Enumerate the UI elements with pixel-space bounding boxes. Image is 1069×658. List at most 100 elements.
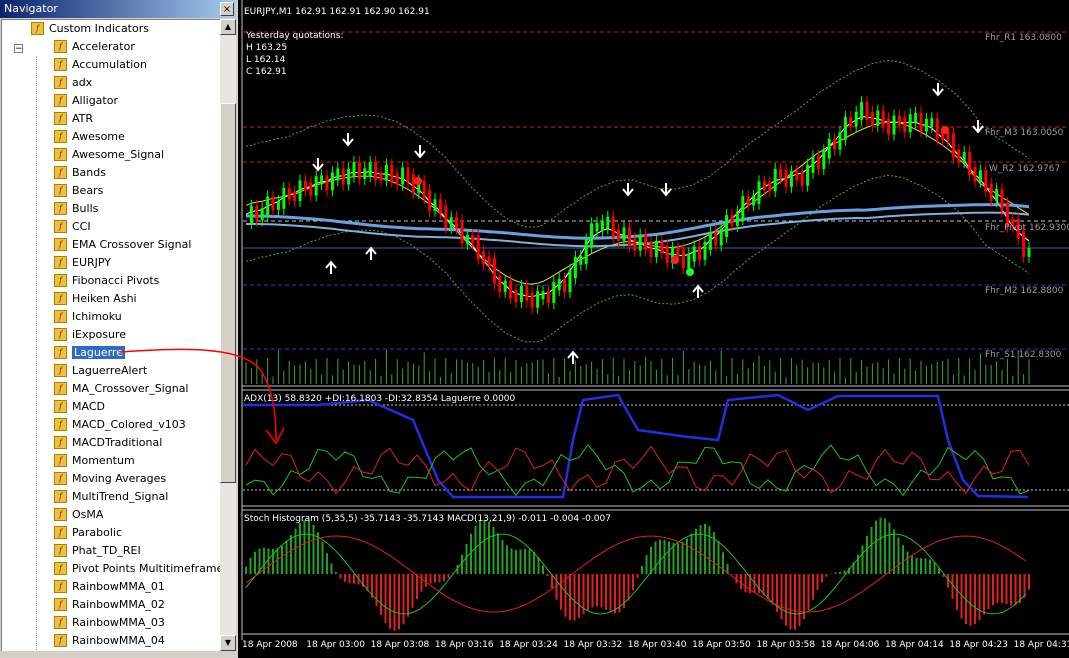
candle-body <box>249 205 253 224</box>
tree-item-label: RainbowMMA_03 <box>72 616 165 629</box>
tree-item-indicator[interactable]: f MultiTrend_Signal <box>54 488 168 506</box>
tree-collapse-icon[interactable]: − <box>14 44 23 54</box>
tree-item-indicator[interactable]: f Fibonacci Pivots <box>54 272 159 290</box>
candle-body <box>579 255 583 265</box>
tree-item-indicator[interactable]: f Bulls <box>54 200 98 218</box>
tree-item-indicator[interactable]: f Bands <box>54 164 106 182</box>
candle-body <box>968 151 972 176</box>
tree-item-indicator[interactable]: f MACD_Colored_v103 <box>54 416 186 434</box>
sell-arrow-icon <box>972 120 984 134</box>
tree-item-label: EURJPY <box>72 256 111 269</box>
tree-item-label: MACD <box>72 400 105 413</box>
scroll-up-arrow-icon[interactable]: ▲ <box>220 19 236 35</box>
tree-item-indicator[interactable]: f MACD <box>54 398 105 416</box>
navigator-panel: Navigator × − f Custom Indicators f Accele… <box>0 0 236 658</box>
scrollbar-thumb[interactable] <box>220 103 236 483</box>
candle-body <box>584 239 588 264</box>
tree-item-indicator[interactable]: f RainbowMMA_03 <box>54 614 165 632</box>
tree-root-custom-indicators[interactable]: f Custom Indicators <box>31 20 149 38</box>
tree-item-indicator[interactable]: f Phat_TD_REI <box>54 542 141 560</box>
tree-item-indicator[interactable]: f Parabolic <box>54 524 122 542</box>
tree-item-indicator[interactable]: f Accelerator <box>54 38 135 56</box>
indicator-icon: f <box>54 435 67 449</box>
adx-header: ADX(13) 58.8320 +DI:16.1803 -DI:32.8354 … <box>244 394 516 404</box>
tree-item-indicator[interactable]: f adx <box>54 74 92 92</box>
level-label-m3: Fhr_M3 163.0050 <box>985 128 1064 138</box>
tree-item-indicator[interactable]: f ATR <box>54 110 93 128</box>
horizontal-scrollbar[interactable] <box>0 651 236 658</box>
navigator-title-bar[interactable]: Navigator × <box>0 0 236 18</box>
tree-item-indicator[interactable]: f CCI <box>54 218 91 236</box>
indicator-icon: f <box>54 345 67 359</box>
candle-body <box>984 170 988 192</box>
tree-item-indicator[interactable]: f RainbowMMA_02 <box>54 596 165 614</box>
tree-item-indicator[interactable]: f EURJPY <box>54 254 111 272</box>
indicator-icon: f <box>54 453 67 467</box>
candle-body <box>374 162 378 181</box>
chart-header: EURJPY,M1 162.91 162.91 162.90 162.91 <box>244 7 430 17</box>
candle-body <box>298 180 302 202</box>
navigator-scrollbar[interactable]: ▲ ▼ <box>220 19 236 651</box>
tree-item-indicator[interactable]: f Laguerre <box>54 344 125 362</box>
tree-item-indicator[interactable]: f Alligator <box>54 92 118 110</box>
candle-body <box>401 167 405 185</box>
candle-body <box>276 200 280 210</box>
tree-item-label: RainbowMMA_02 <box>72 598 165 611</box>
tree-item-indicator[interactable]: f OsMA <box>54 506 103 524</box>
tree-item-indicator[interactable]: f Momentum <box>54 452 135 470</box>
candle-body <box>368 162 372 177</box>
candle-body <box>897 115 901 126</box>
price-chart-canvas[interactable] <box>238 0 1069 658</box>
candle-body <box>860 101 864 120</box>
moving-averages <box>245 116 1030 298</box>
candle-body <box>665 245 669 263</box>
time-axis-label: 18 Apr 03:24 <box>499 640 558 650</box>
candle-body <box>843 116 847 140</box>
candle-body <box>606 216 610 229</box>
chart-window[interactable]: EURJPY,M1 162.91 162.91 162.90 162.91 Ye… <box>238 0 1069 658</box>
close-icon[interactable]: × <box>220 2 234 16</box>
candle-body <box>989 183 993 202</box>
candle-body <box>995 189 999 202</box>
tree-item-label: LaguerreAlert <box>72 364 148 377</box>
candle-body <box>757 181 761 204</box>
candle-body <box>282 188 286 209</box>
tree-item-label: RainbowMMA_01 <box>72 580 165 593</box>
tree-item-indicator[interactable]: f LaguerreAlert <box>54 362 147 380</box>
tree-item-indicator[interactable]: f Moving Averages <box>54 470 166 488</box>
candle-body <box>460 220 464 244</box>
time-axis-label: 18 Apr 03:40 <box>627 640 687 650</box>
tree-item-label: Parabolic <box>72 526 123 539</box>
tree-item-indicator[interactable]: f Accumulation <box>54 56 147 74</box>
tree-item-indicator[interactable]: f Awesome_Signal <box>54 146 164 164</box>
tree-item-indicator[interactable]: f RainbowMMA_04 <box>54 632 165 650</box>
candle-body <box>914 112 918 123</box>
tree-item-indicator[interactable]: f EMA Crossover Signal <box>54 236 191 254</box>
tree-item-indicator[interactable]: f iExposure <box>54 326 126 344</box>
tree-connector-line <box>36 56 37 652</box>
candle-body <box>255 205 259 221</box>
tree-item-label: OsMA <box>72 508 104 521</box>
time-axis-label: 18 Apr 03:16 <box>434 640 494 650</box>
tree-item-indicator[interactable]: f RainbowMMA_01 <box>54 578 165 596</box>
level-label-s1: Fhr_S1 162.8300 <box>985 350 1062 360</box>
time-axis-label: 18 Apr 03:08 <box>370 640 430 650</box>
sell-arrow-icon <box>622 183 634 197</box>
scroll-down-arrow-icon[interactable]: ▼ <box>220 635 236 651</box>
tree-item-indicator[interactable]: f Ichimoku <box>54 308 122 326</box>
tree-item-indicator[interactable]: f MACDTraditional <box>54 434 162 452</box>
tree-item-indicator[interactable]: f Awesome <box>54 128 125 146</box>
candle-body <box>519 285 523 303</box>
candle-body <box>330 172 334 191</box>
candle-body <box>654 240 658 258</box>
candle-body <box>714 231 718 246</box>
candle-body <box>746 196 750 206</box>
tree-item-indicator[interactable]: f Heiken Ashi <box>54 290 137 308</box>
candle-body <box>779 168 783 178</box>
band-upper <box>245 59 1030 228</box>
tree-item-indicator[interactable]: f Bears <box>54 182 103 200</box>
tree-item-indicator[interactable]: f MA_Crossover_Signal <box>54 380 189 398</box>
tree-item-indicator[interactable]: f Pivot Points Multitimeframe <box>54 560 221 578</box>
indicator-icon: f <box>54 597 67 611</box>
candle-body <box>563 278 567 293</box>
